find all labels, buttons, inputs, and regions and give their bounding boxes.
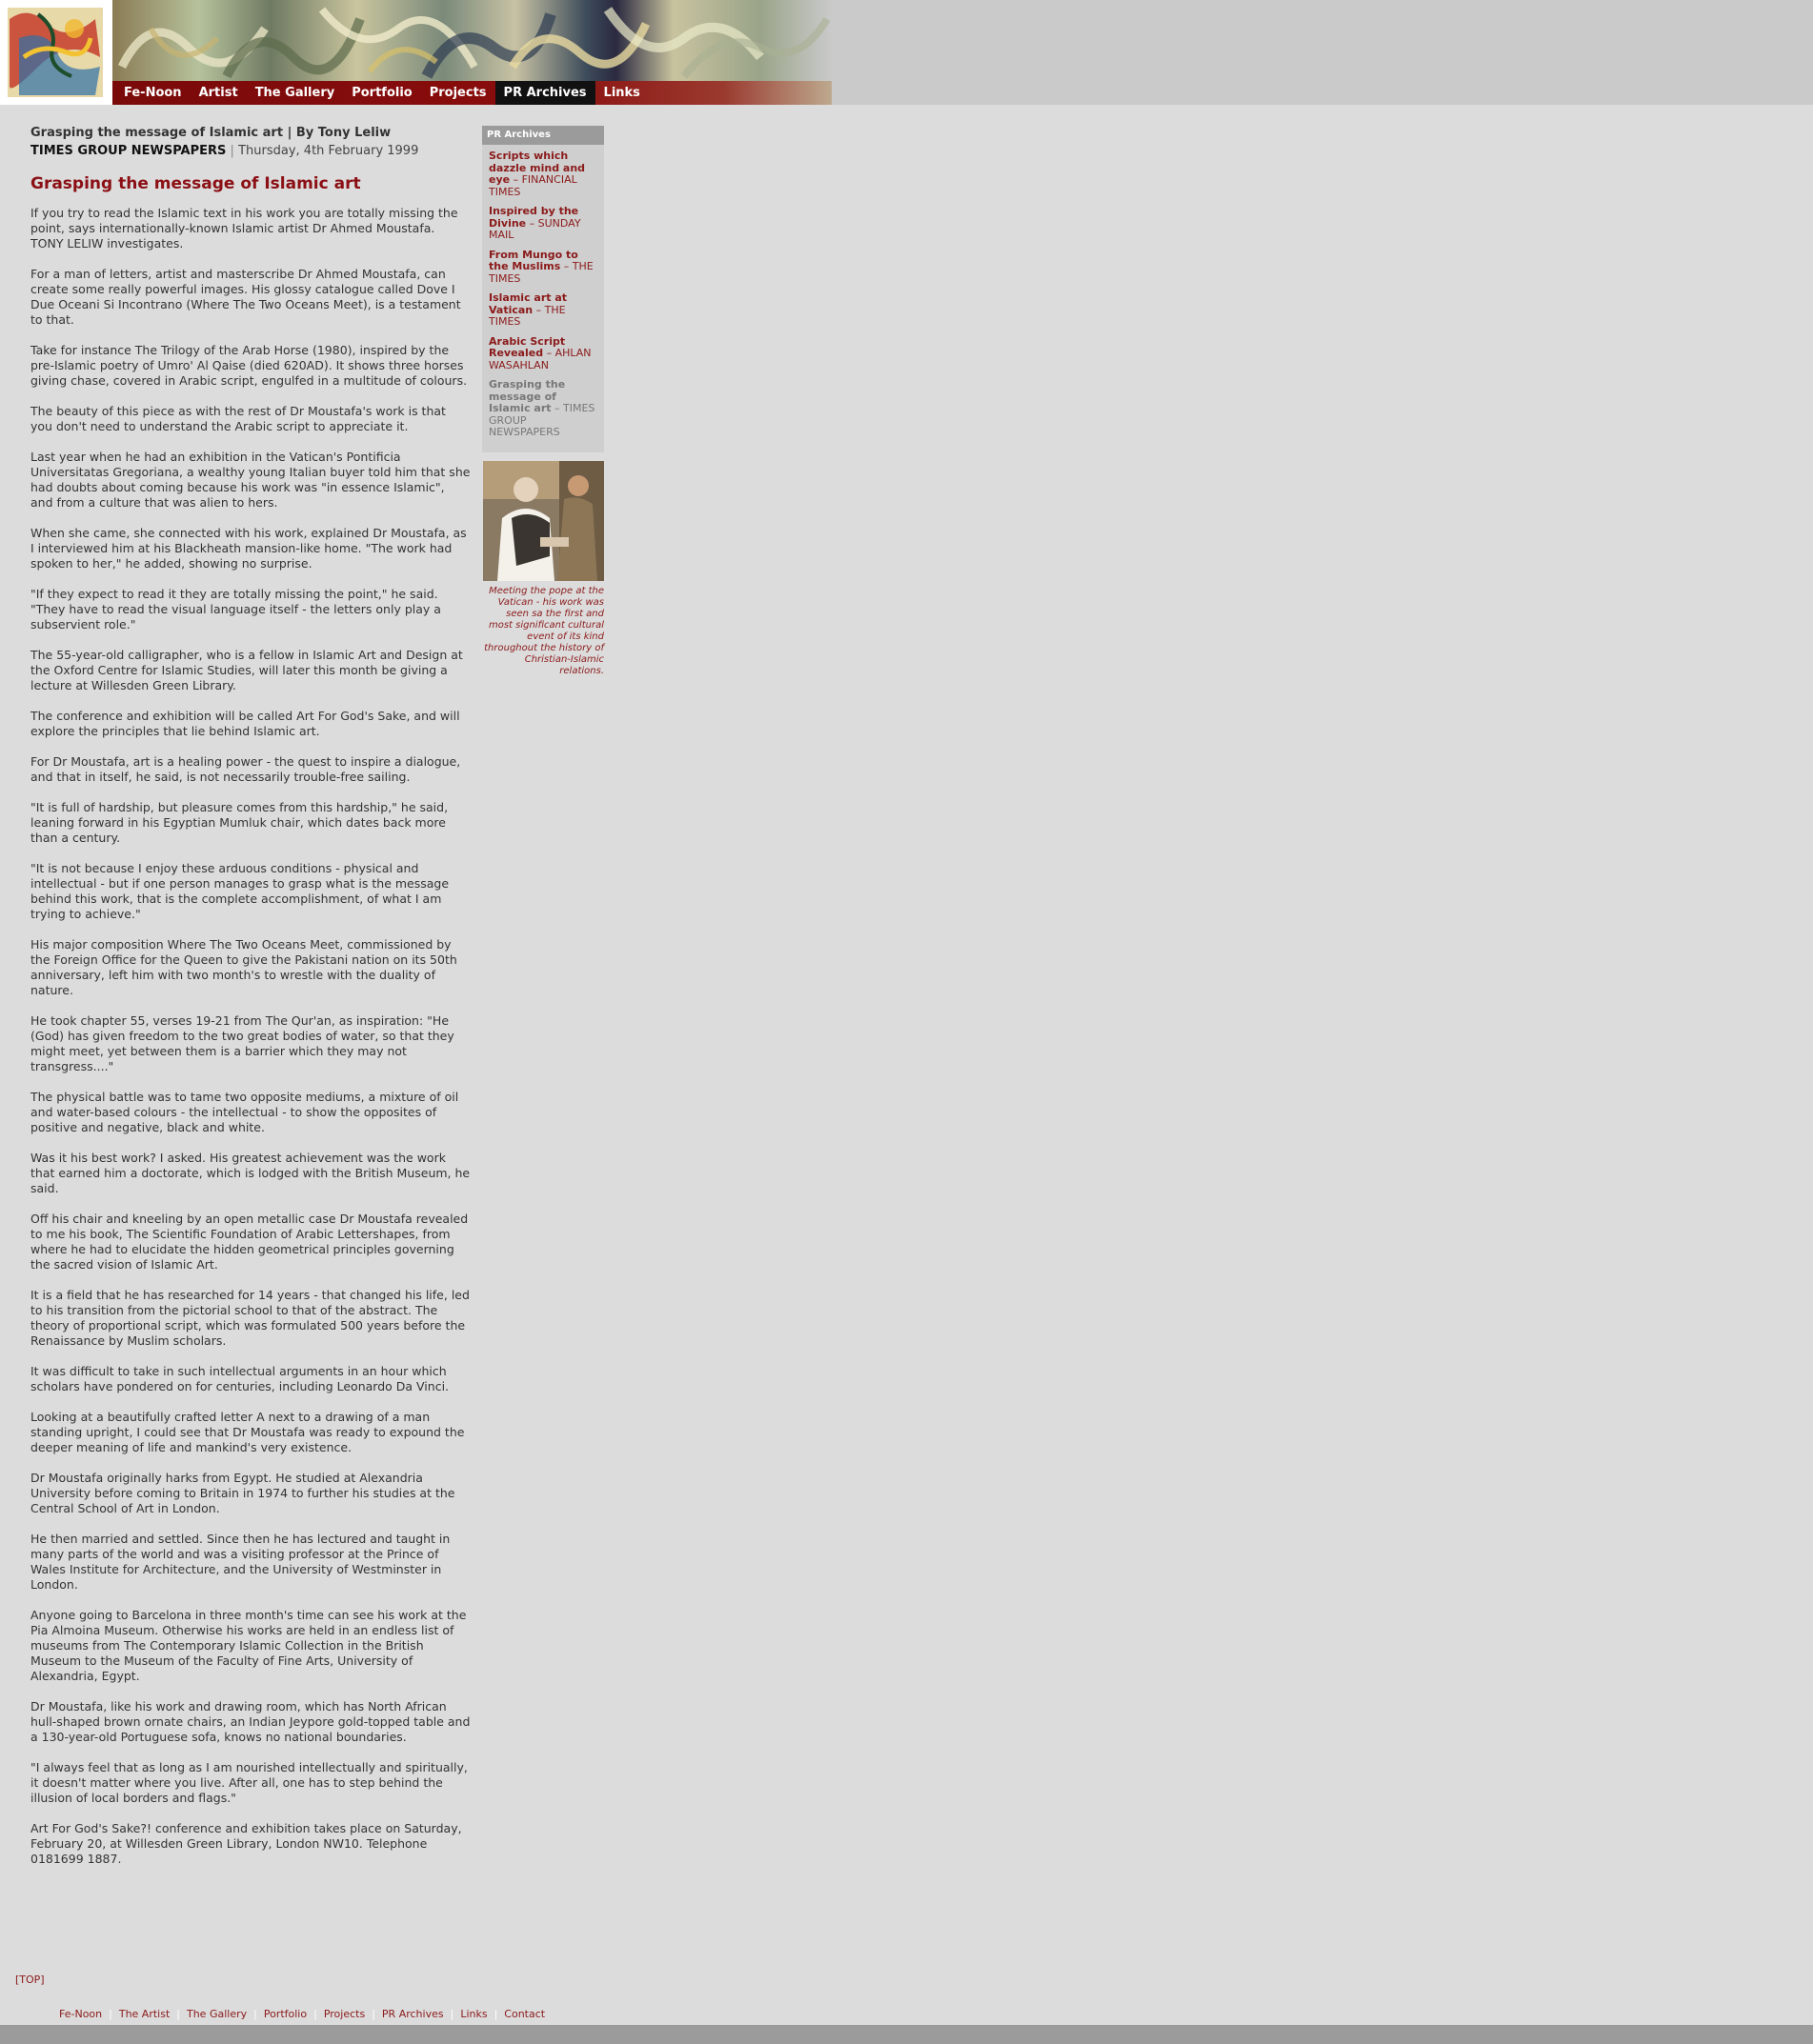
footer-nav: Fe-Noon | The Artist | The Gallery | Portfolio… — [59, 2008, 552, 2020]
article-paragraph: Dr Moustafa, like his work and drawing r… — [30, 1699, 471, 1744]
article-paragraph: He then married and settled. Since then … — [30, 1532, 451, 1592]
article-paragraph: "It is full of hardship, but pleasure co… — [30, 800, 449, 845]
photo-caption: Meeting the pope at the Vatican - his wo… — [484, 586, 604, 676]
article-paragraph: His major composition Where The Two Ocea… — [30, 937, 457, 997]
article-paragraph: "If they expect to read it they are tota… — [30, 587, 441, 631]
byline-title: Grasping the message of Islamic art | By… — [30, 126, 392, 140]
article-paragraph: "I always feel that as long as I am nour… — [30, 1760, 468, 1805]
article-paragraph: It is a field that he has researched for… — [30, 1288, 470, 1348]
header-banner — [112, 0, 832, 81]
byline-source: TIMES GROUP NEWSPAPERS | Thursday, 4th F… — [30, 142, 471, 160]
article-paragraph: Art For God's Sake?! conference and exhi… — [30, 1821, 462, 1866]
article: Grasping the message of Islamic art | By… — [30, 124, 471, 1882]
nav-fe-noon[interactable]: Fe-Noon — [112, 81, 191, 105]
article-paragraph: Off his chair and kneeling by an open me… — [30, 1212, 469, 1272]
sidebar-item-dash: – — [533, 303, 545, 316]
article-paragraph: For a man of letters, artist and masters… — [30, 267, 461, 327]
footer-link[interactable]: PR Archives — [375, 2008, 451, 2020]
sidebar-item[interactable]: Islamic art at Vatican – THE TIMES — [489, 291, 600, 329]
footer-link[interactable]: Links — [453, 2008, 494, 2020]
article-paragraph: Dr Moustafa originally harks from Egypt.… — [30, 1471, 455, 1515]
article-paragraph: He took chapter 55, verses 19-21 from Th… — [30, 1013, 454, 1073]
article-paragraph: Last year when he had an exhibition in t… — [30, 450, 471, 510]
article-paragraph: Looking at a beautifully crafted letter … — [30, 1410, 465, 1454]
sidebar-list: Scripts which dazzle mind and eye – FINA… — [482, 145, 604, 452]
article-paragraph: For Dr Moustafa, art is a healing power … — [30, 754, 461, 784]
nav-links[interactable]: Links — [595, 81, 649, 105]
article-body: If you try to read the Islamic text in h… — [30, 206, 471, 1867]
pope-meeting-photo — [483, 461, 604, 581]
sidebar-item-dash: – — [526, 216, 538, 230]
sidebar-item-dash: – — [560, 260, 573, 272]
article-paragraph: It was difficult to take in such intelle… — [30, 1364, 450, 1393]
nav-the-gallery[interactable]: The Gallery — [247, 81, 344, 105]
site-logo[interactable] — [0, 0, 112, 105]
footer-link[interactable]: Contact — [497, 2008, 552, 2020]
bottom-bar — [0, 2025, 1813, 2044]
sidebar-item[interactable]: Grasping the message of Islamic art – TI… — [489, 378, 600, 439]
footer-link[interactable]: Portfolio — [257, 2008, 313, 2020]
article-paragraph: When she came, she connected with his wo… — [30, 526, 467, 571]
back-to-top-link[interactable]: [TOP] — [15, 1974, 45, 1986]
article-date: Thursday, 4th February 1999 — [238, 144, 419, 158]
sidebar-item[interactable]: Scripts which dazzle mind and eye – FINA… — [489, 150, 600, 198]
nav-projects[interactable]: Projects — [421, 81, 495, 105]
article-paragraph: Was it his best work? I asked. His great… — [30, 1151, 471, 1195]
source-separator: | — [230, 144, 234, 158]
footer-link[interactable]: The Gallery — [180, 2008, 253, 2020]
nav-portfolio[interactable]: Portfolio — [343, 81, 421, 105]
footer-link[interactable]: Fe-Noon — [59, 2008, 109, 2020]
article-paragraph: The 55-year-old calligrapher, who is a f… — [30, 648, 463, 692]
sidebar-item-dash: – — [510, 173, 522, 186]
sidebar-item[interactable]: From Mungo to the Muslims – THE TIMES — [489, 249, 600, 286]
nav-pr-archives[interactable]: PR Archives — [494, 81, 595, 105]
sidebar-item-dash: – — [543, 347, 555, 359]
source-name: TIMES GROUP NEWSPAPERS — [30, 144, 227, 158]
article-paragraph: Anyone going to Barcelona in three month… — [30, 1608, 467, 1683]
sidebar-heading: PR Archives — [482, 126, 604, 145]
sidebar-item[interactable]: Inspired by the Divine – SUNDAY MAIL — [489, 205, 600, 242]
site-header: Fe-Noon Artist The Gallery Portfolio Pro… — [0, 0, 1813, 105]
footer-link[interactable]: The Artist — [112, 2008, 176, 2020]
sidebar-item-dash: – — [551, 402, 564, 414]
article-paragraph: "It is not because I enjoy these arduous… — [30, 861, 450, 921]
sidebar-item[interactable]: Arabic Script Revealed – AHLAN WASAHLAN — [489, 335, 600, 372]
article-paragraph: The beauty of this piece as with the res… — [30, 404, 446, 433]
article-paragraph: Take for instance The Trilogy of the Ara… — [30, 343, 468, 388]
pr-archives-sidebar: PR Archives Scripts which dazzle mind an… — [482, 126, 604, 452]
footer-link[interactable]: Projects — [317, 2008, 372, 2020]
nav-artist[interactable]: Artist — [191, 81, 247, 105]
main-nav: Fe-Noon Artist The Gallery Portfolio Pro… — [112, 81, 832, 105]
article-paragraph: If you try to read the Islamic text in h… — [30, 206, 458, 250]
article-headline: Grasping the message of Islamic art — [30, 174, 361, 193]
article-paragraph: The physical battle was to tame two oppo… — [30, 1090, 459, 1134]
article-paragraph: The conference and exhibition will be ca… — [30, 709, 460, 738]
